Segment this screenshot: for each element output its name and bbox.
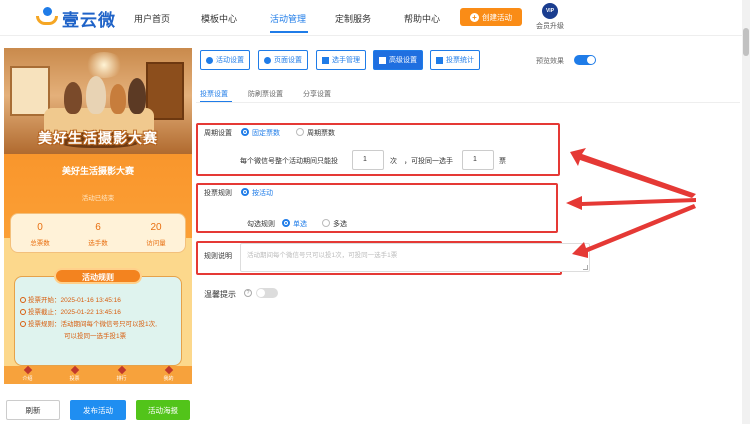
clock-icon bbox=[20, 321, 26, 327]
bar-chart-icon bbox=[436, 56, 443, 64]
help-icon[interactable]: ? bbox=[244, 289, 252, 297]
stats-card: 0 总票数 6 选手数 20 访问量 bbox=[10, 213, 186, 253]
create-activity-button[interactable]: + 创建活动 bbox=[460, 8, 522, 26]
same-contestant-votes-input[interactable]: 1 bbox=[462, 150, 494, 170]
scrollbar-thumb[interactable] bbox=[743, 28, 749, 56]
refresh-button[interactable]: 刷新 bbox=[6, 400, 60, 420]
single-choice-radio[interactable] bbox=[282, 219, 290, 227]
limit-mid-text: ，可投同一选手 bbox=[404, 158, 453, 165]
user-icon bbox=[164, 365, 173, 375]
plus-icon: + bbox=[470, 12, 479, 22]
vip-upgrade-label: 会员升级 bbox=[536, 23, 564, 30]
preview-tab-vote[interactable]: 投票 bbox=[51, 365, 98, 384]
multi-choice-radio[interactable] bbox=[322, 219, 330, 227]
clock-icon bbox=[20, 297, 26, 303]
rules-title: 活动规则 bbox=[54, 268, 142, 284]
rule-description-textarea[interactable]: 活动期间每个微信号只可以投1次，可投同一选手1票 bbox=[240, 243, 590, 272]
publish-activity-button[interactable]: 发布活动 bbox=[70, 400, 126, 420]
tip-toggle[interactable] bbox=[256, 288, 278, 298]
preview-effect-toggle[interactable] bbox=[574, 55, 596, 65]
logo-icon bbox=[36, 7, 58, 29]
activity-title: 美好生活摄影大赛 bbox=[61, 166, 134, 176]
limit-prefix: 每个微信号整个活动期间只能投 bbox=[240, 158, 338, 165]
rule-vote-rule-cont: 可以投同一选手投1票 bbox=[64, 333, 127, 340]
nav-active-indicator bbox=[270, 31, 308, 33]
toggle-knob bbox=[257, 289, 265, 297]
advanced-settings-button[interactable]: 高级设置 bbox=[373, 50, 423, 70]
annotation-arrow-2 bbox=[566, 196, 696, 210]
activity-status: 活动已结束 bbox=[81, 195, 115, 202]
total-votes-input[interactable]: 1 bbox=[352, 150, 384, 170]
nav-custom-service[interactable]: 定制服务 bbox=[335, 12, 371, 25]
page-settings-button[interactable]: 页面设置 bbox=[258, 50, 308, 70]
vote-rule-by-activity-label: 按活动 bbox=[252, 190, 273, 197]
resize-handle-icon[interactable] bbox=[583, 265, 588, 270]
stat-total-votes: 0 总票数 bbox=[30, 222, 50, 247]
intro-icon bbox=[23, 365, 32, 375]
single-choice-label: 单选 bbox=[293, 221, 307, 228]
multi-choice-label: 多选 bbox=[333, 221, 347, 228]
stat-contestants: 6 选手数 bbox=[88, 222, 108, 247]
tip-label: 温馨提示 bbox=[204, 290, 236, 299]
cycle-fixed-label: 固定票数 bbox=[252, 130, 280, 137]
gear-icon bbox=[206, 56, 213, 64]
banner-image: 美好生活摄影大赛 bbox=[4, 48, 192, 154]
vip-icon: VIP bbox=[542, 3, 558, 19]
users-icon bbox=[322, 56, 329, 64]
gear-icon bbox=[264, 56, 271, 64]
contestant-management-button[interactable]: 选手管理 bbox=[316, 50, 366, 70]
cycle-fixed-radio[interactable] bbox=[241, 128, 249, 136]
rule-start-time: 投票开始：2025-01-16 13:45:16 bbox=[20, 294, 121, 304]
page-scrollbar[interactable] bbox=[742, 0, 750, 424]
rule-vote-rule: 投票规则：活动期间每个微信号只可以投1次, bbox=[20, 318, 157, 328]
tab-vote-settings[interactable]: 投票设置 bbox=[200, 89, 228, 99]
toggle-knob bbox=[587, 56, 595, 64]
nav-template-center[interactable]: 模板中心 bbox=[201, 12, 237, 25]
sliders-icon bbox=[379, 56, 386, 64]
vip-upgrade[interactable]: VIP 会员升级 bbox=[532, 3, 568, 31]
mobile-preview: 美好生活摄影大赛 美好生活摄影大赛 活动已结束 0 总票数 6 选手数 20 访… bbox=[4, 48, 192, 384]
nav-help-center[interactable]: 帮助中心 bbox=[404, 12, 440, 25]
rule-description-label: 规则说明 bbox=[204, 253, 232, 260]
vote-icon bbox=[70, 365, 79, 375]
limit-unit: 次 bbox=[390, 158, 397, 165]
preview-bottom-tabs: 介绍 投票 排行 我的 bbox=[4, 365, 192, 384]
create-activity-label: 创建活动 bbox=[482, 12, 512, 22]
clock-icon bbox=[20, 309, 26, 315]
brand-name: 壹云微 bbox=[62, 10, 116, 30]
brand-logo[interactable]: 壹云微 bbox=[36, 6, 116, 30]
check-rule-label: 勾选规则 bbox=[247, 221, 275, 228]
preview-tab-mine[interactable]: 我的 bbox=[145, 365, 192, 384]
cycle-periodic-radio[interactable] bbox=[296, 128, 304, 136]
vote-rule-label: 投票规则 bbox=[204, 190, 232, 197]
top-navigation: 壹云微 用户首页 模板中心 活动管理 定制服务 帮助中心 + 创建活动 VIP … bbox=[0, 0, 742, 36]
vote-rule-by-activity-radio[interactable] bbox=[241, 188, 249, 196]
annotation-arrow-1 bbox=[570, 148, 696, 198]
tab-share-settings[interactable]: 分享设置 bbox=[303, 89, 331, 99]
preview-tab-intro[interactable]: 介绍 bbox=[4, 365, 51, 384]
nav-user-home[interactable]: 用户首页 bbox=[134, 12, 170, 25]
stat-visits: 20 访问量 bbox=[146, 222, 166, 247]
activity-settings-button[interactable]: 活动设置 bbox=[200, 50, 250, 70]
vote-statistics-button[interactable]: 投票统计 bbox=[430, 50, 480, 70]
nav-activity-management[interactable]: 活动管理 bbox=[270, 12, 306, 25]
activity-poster-button[interactable]: 活动海报 bbox=[136, 400, 190, 420]
limit-unit-votes: 票 bbox=[499, 158, 506, 165]
banner-title: 美好生活摄影大赛 bbox=[38, 130, 158, 146]
annotation-arrow-3 bbox=[572, 204, 696, 258]
annotation-arrows bbox=[566, 148, 696, 258]
rule-end-time: 投票截止：2025-01-22 13:45:16 bbox=[20, 306, 121, 316]
cycle-periodic-label: 周期票数 bbox=[307, 130, 335, 137]
cycle-label: 周期设置 bbox=[204, 130, 232, 137]
rank-icon bbox=[117, 365, 126, 375]
tab-anti-fraud-settings[interactable]: 防刷票设置 bbox=[248, 89, 283, 99]
subtab-divider bbox=[196, 102, 740, 103]
preview-effect-label: 预览效果 bbox=[536, 58, 564, 65]
preview-tab-rank[interactable]: 排行 bbox=[98, 365, 145, 384]
